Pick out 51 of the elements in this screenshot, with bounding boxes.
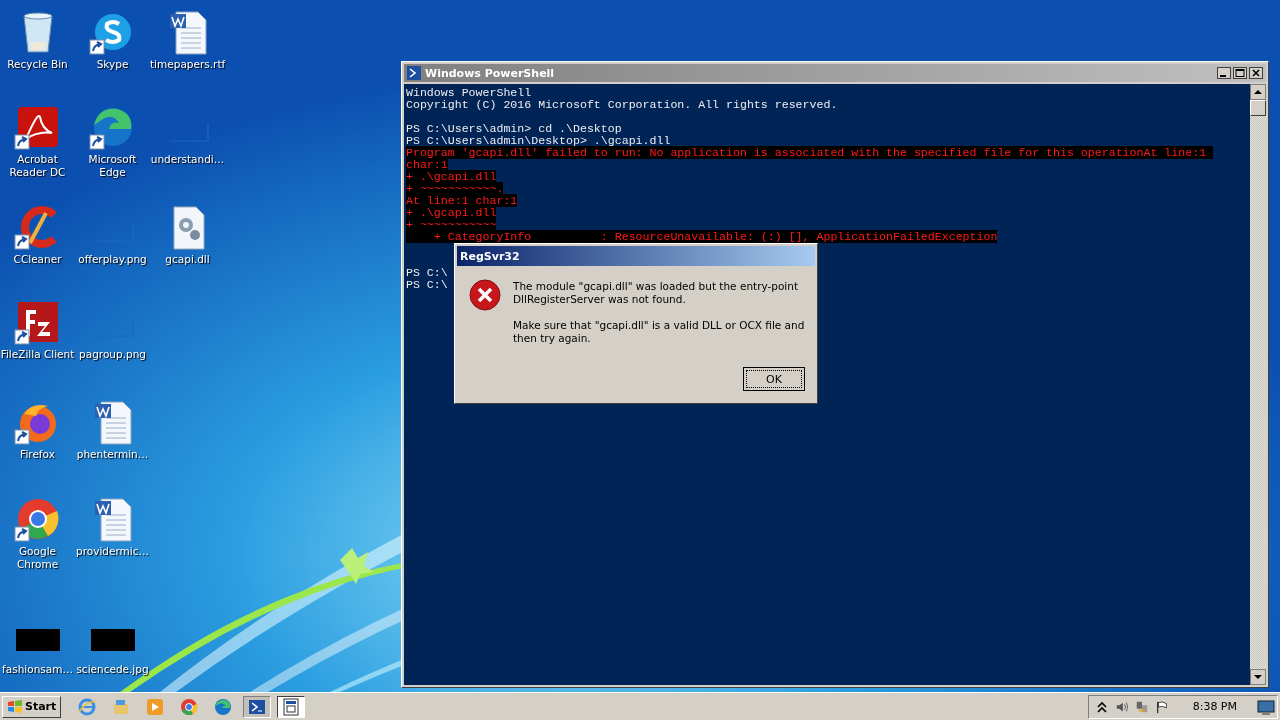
icon-label: offerplay.png xyxy=(77,253,148,266)
app-icon xyxy=(214,697,233,716)
icon-label: Microsoft Edge xyxy=(87,153,138,179)
app-icon xyxy=(282,697,301,716)
icon-label: timepapers.rtf xyxy=(150,58,225,71)
icon-label: CCleaner xyxy=(12,253,63,266)
icon-label: Google Chrome xyxy=(15,545,60,571)
icon-label: fashionsam… xyxy=(1,663,74,676)
icon-label: gcapi.dll xyxy=(164,253,211,266)
icon-label: understandi… xyxy=(150,153,225,166)
error-icon xyxy=(469,279,501,311)
icon-label: Skype xyxy=(95,58,130,71)
icon-label: Firefox xyxy=(19,448,56,461)
icon-label: sciencede.jpg xyxy=(75,663,150,676)
app-icon xyxy=(146,697,165,716)
icon-label: Acrobat Reader DC xyxy=(8,153,67,179)
dialog-message: The module "gcapi.dll" was loaded but the entry-point DllRegisterServer was not found. xyxy=(513,280,800,306)
console-line: PS C:\ xyxy=(406,278,448,291)
app-icon xyxy=(180,697,199,716)
app-icon xyxy=(78,697,97,716)
ok-button[interactable]: OK xyxy=(743,367,805,391)
console-line: PS C:\Users\admin> cd .\Desktop xyxy=(406,122,622,135)
console-line: PS C:\ xyxy=(406,266,448,279)
flag-icon[interactable] xyxy=(1154,698,1169,715)
windows-logo-icon xyxy=(7,698,23,715)
scroll-thumb[interactable] xyxy=(1250,100,1266,116)
console-line: Windows PowerShell xyxy=(406,86,532,99)
window-title: Windows PowerShell xyxy=(425,66,556,80)
icon-label: providermic… xyxy=(75,545,150,558)
show-desktop-icon[interactable] xyxy=(1257,698,1275,715)
sparkle-icon xyxy=(340,548,374,584)
icon-label: FileZilla Client xyxy=(0,348,75,361)
icon-label: phentermin… xyxy=(75,448,150,461)
taskbar-button[interactable] xyxy=(277,695,306,718)
scroll-up-icon[interactable] xyxy=(1250,84,1266,100)
icon-label: pagroup.png xyxy=(78,348,147,361)
taskbar-button[interactable] xyxy=(243,695,272,718)
clock[interactable]: 8:38 PM xyxy=(1192,700,1237,713)
dialog-title: RegSvr32 xyxy=(460,249,520,263)
maximize-icon[interactable] xyxy=(1233,67,1247,79)
scroll-down-icon[interactable] xyxy=(1250,669,1266,685)
start-button[interactable]: Start xyxy=(2,695,62,718)
app-icon xyxy=(248,697,267,716)
console-line: Copyright (C) 2016 Microsoft Corporation. All rights reserved. xyxy=(406,98,838,111)
icon-label: Recycle Bin xyxy=(6,58,69,71)
console-line: PS C:\Users\admin\Desktop> .\gcapi.dll xyxy=(406,134,671,147)
close-icon[interactable] xyxy=(1249,67,1263,79)
dialog-message: Make sure that "gcapi.dll" is a valid DLL or OCX file and then try again. xyxy=(513,319,805,345)
prompt-icon xyxy=(407,66,421,80)
app-icon xyxy=(112,697,131,716)
minimize-icon[interactable] xyxy=(1217,67,1231,79)
